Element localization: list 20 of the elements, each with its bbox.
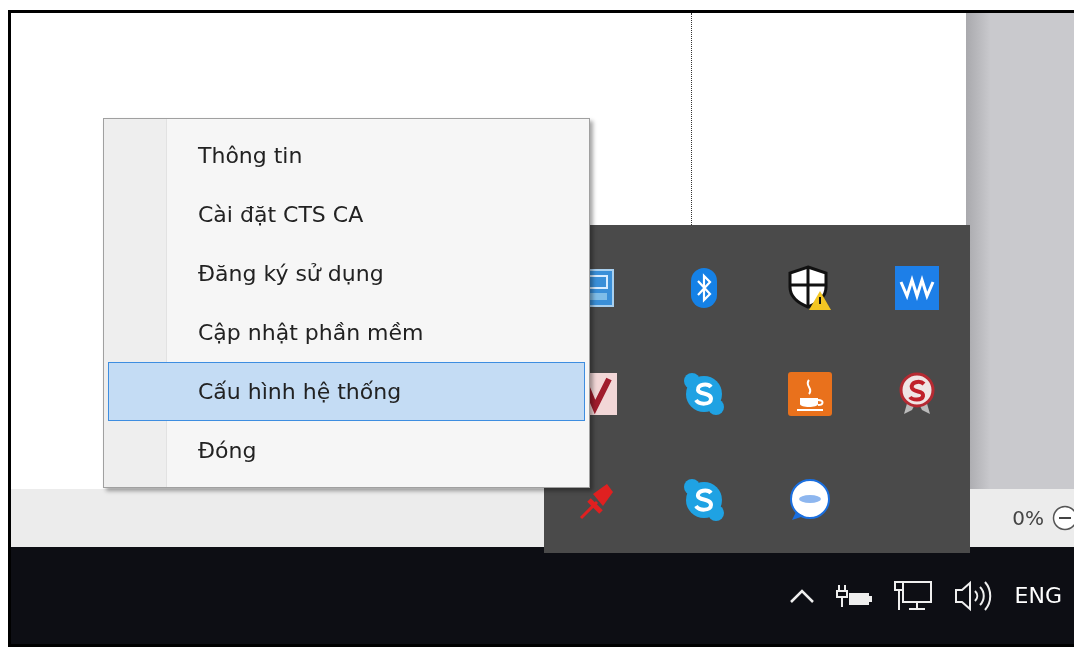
- language-indicator[interactable]: ENG: [1014, 583, 1062, 608]
- waveform-app-icon[interactable]: [894, 266, 939, 310]
- s-chat-icon[interactable]: [682, 478, 725, 522]
- menu-item[interactable]: Cài đặt CTS CA: [108, 185, 585, 244]
- coffee-cup-icon[interactable]: [788, 372, 833, 416]
- menu-item[interactable]: Đóng: [108, 421, 585, 480]
- menu-item[interactable]: Cập nhật phần mềm: [108, 303, 585, 362]
- s-badge-icon[interactable]: [897, 372, 936, 416]
- network-monitor-icon[interactable]: [892, 579, 933, 612]
- menu-item[interactable]: Thông tin: [108, 126, 585, 185]
- battery-plug-icon[interactable]: [834, 582, 873, 609]
- shield-warning-icon[interactable]: [788, 265, 833, 311]
- bluetooth-icon[interactable]: [689, 267, 718, 309]
- zoom-level: 0%: [1012, 506, 1044, 530]
- caret-up-icon[interactable]: [788, 587, 815, 604]
- menu-item[interactable]: Đăng ký sử dụng: [108, 244, 585, 303]
- menu-item[interactable]: Cấu hình hệ thống: [108, 362, 585, 421]
- zoom-out-icon[interactable]: [1052, 505, 1074, 531]
- s-chat-icon[interactable]: [682, 372, 725, 416]
- chat-bubble-icon[interactable]: [788, 478, 833, 522]
